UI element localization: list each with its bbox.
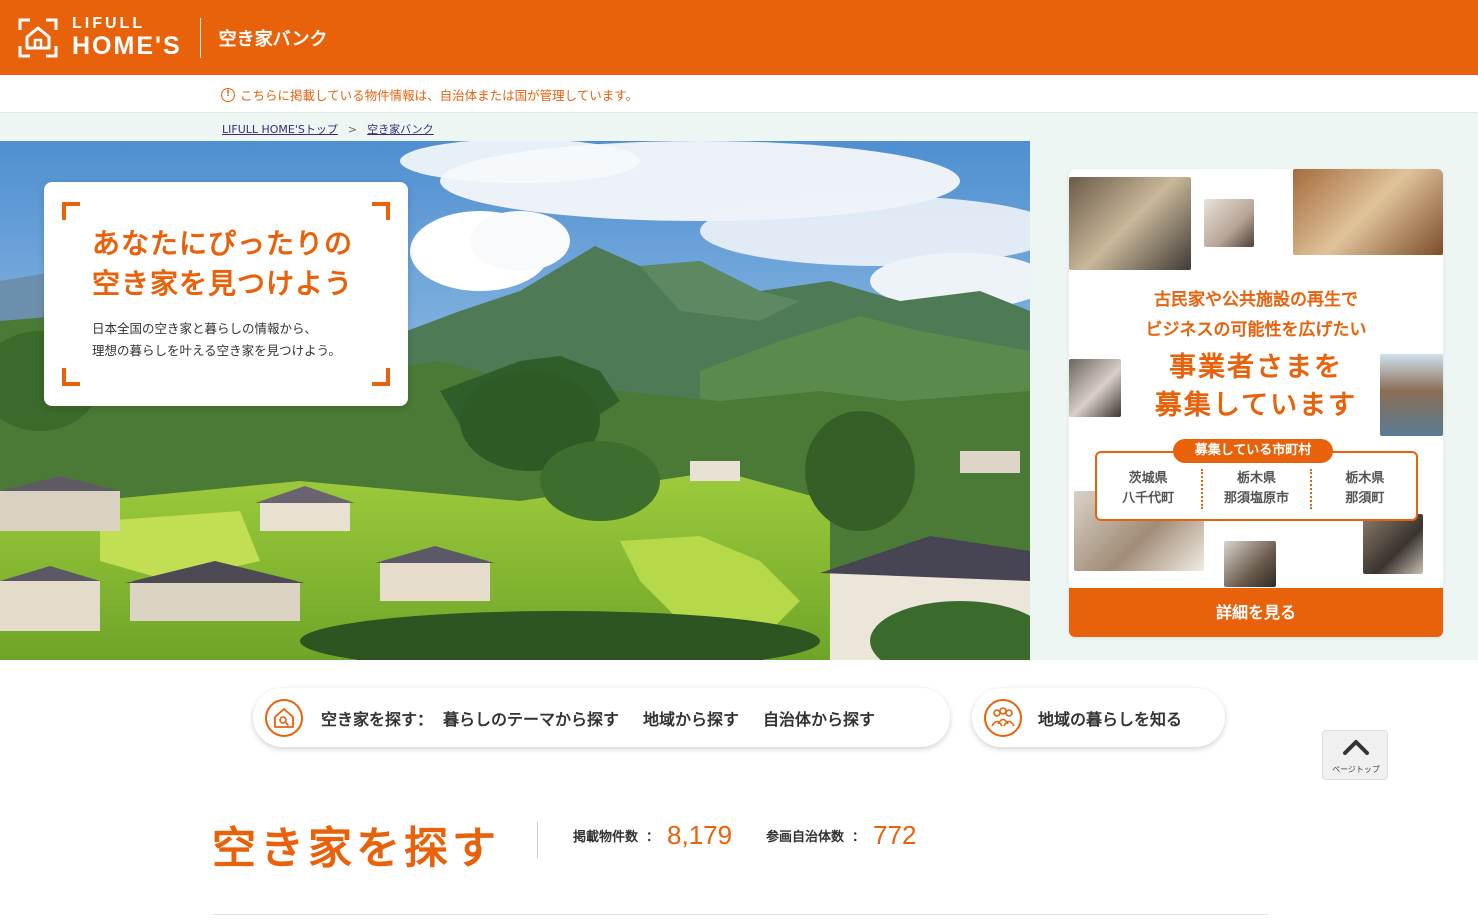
chevron-up-icon [1343,740,1369,755]
breadcrumb-home-link[interactable]: LIFULL HOME'Sトップ [222,121,338,137]
municipality-count-stat: 参画自治体数 ： 772 [766,820,916,851]
nav-link-municipality[interactable]: 自治体から探す [763,706,875,730]
cafe-interior-photo [1069,177,1191,270]
stat-colon: ： [852,830,866,845]
breadcrumb-separator: > [347,122,358,136]
breadcrumb: LIFULL HOME'Sトップ > 空き家バンク [222,121,434,137]
logo-small-text: LIFULL [72,15,146,32]
woman-laptop-photo [1204,199,1254,247]
stat-label: 掲載物件数 [573,830,639,845]
stat-value: 8,179 [667,820,733,850]
site-name[interactable]: 空き家バンク [219,25,328,51]
regional-life-label: 地域の暮らしを知る [1038,709,1183,729]
hero-headline-line: あなたにぴったりの [92,227,354,260]
nav-link-region[interactable]: 地域から探す [643,706,739,730]
page-top-label: ページトップ [1332,765,1380,774]
municipality-city: 那須町 [1345,491,1385,506]
banner-headline-line: 募集しています [1154,390,1358,421]
notice-text: こちらに掲載している物件情報は、自治体または国が管理しています。 [240,88,639,103]
nav-link-theme[interactable]: 暮らしのテーマから探す [443,706,619,730]
hero-subtext-line: 理想の暮らしを叶える空き家を見つけよう。 [92,343,341,358]
municipality-item: 栃木県 那須町 [1309,469,1418,509]
banner-details-button[interactable]: 詳細を見る [1069,588,1443,637]
banner-lead-line: ビジネスの可能性を広げたい [1145,320,1367,340]
stat-label: 参画自治体数 [766,830,845,845]
municipality-city: 八千代町 [1122,491,1175,506]
house-search-icon [265,698,303,737]
banner-lead-text: 古民家や公共施設の再生で ビジネスの可能性を広げたい [1069,285,1443,345]
site-header: LIFULL HOME'S 空き家バンク [0,0,1478,75]
stat-value: 772 [873,820,917,850]
site-logo[interactable]: LIFULL HOME'S [18,16,182,59]
frame-corner [62,202,80,220]
community-people-icon [984,698,1022,737]
listing-count-stat: 掲載物件数 ： 8,179 [573,820,732,851]
stat-colon: ： [646,830,660,845]
info-icon: ! [221,87,235,102]
section-divider [537,822,538,858]
frame-corner [62,368,80,386]
hero-card: あなたにぴったりの 空き家を見つけよう 日本全国の空き家と暮らしの情報から、 理… [44,182,408,406]
search-vacant-house-label: 空き家を探す： [321,709,434,729]
man-coffee-photo [1224,541,1276,587]
banner-lead-line: 古民家や公共施設の再生で [1154,290,1358,310]
frame-corner [372,368,390,386]
regional-life-nav[interactable]: 地域の暮らしを知る [972,688,1225,747]
municipality-pref: 栃木県 [1236,471,1276,486]
banner-headline-line: 事業者さまを [1169,352,1343,383]
section-bottom-border [212,914,1268,915]
header-divider [199,17,201,58]
frame-corner [372,202,390,220]
barista-photo [1363,514,1423,574]
municipality-item: 茨城県 八千代町 [1095,469,1201,509]
hero-subtext: 日本全国の空き家と暮らしの情報から、 理想の暮らしを叶える空き家を見つけよう。 [92,318,341,362]
house-logo-icon [18,18,58,58]
page-top-button[interactable]: ページトップ [1322,730,1388,780]
hero-headline: あなたにぴったりの 空き家を見つけよう [92,224,353,304]
business-recruit-banner[interactable]: 古民家や公共施設の再生で ビジネスの可能性を広げたい 事業者さまを 募集していま… [1069,169,1443,637]
municipality-city: 那須塩原市 [1223,491,1289,506]
hero-headline-line: 空き家を見つけよう [92,267,354,300]
breadcrumb-current-link[interactable]: 空き家バンク [367,121,434,137]
children-study-photo [1293,169,1443,255]
municipality-pref: 茨城県 [1128,471,1168,486]
banner-headline: 事業者さまを 募集しています [1069,349,1443,425]
notice-bar: ! こちらに掲載している物件情報は、自治体または国が管理しています。 [0,75,1478,113]
section-title: 空き家を探す [212,823,500,874]
municipality-pref: 栃木県 [1345,471,1385,486]
municipality-list: 茨城県 八千代町 栃木県 那須塩原市 栃木県 那須町 [1095,469,1418,509]
logo-big-text: HOME'S [72,32,182,60]
municipality-item: 栃木県 那須塩原市 [1201,469,1309,509]
hero-subtext-line: 日本全国の空き家と暮らしの情報から、 [92,321,318,336]
municipality-tag: 募集している市町村 [1173,439,1333,463]
search-vacant-house-nav: 空き家を探す： 暮らしのテーマから探す 地域から探す 自治体から探す [253,688,950,747]
